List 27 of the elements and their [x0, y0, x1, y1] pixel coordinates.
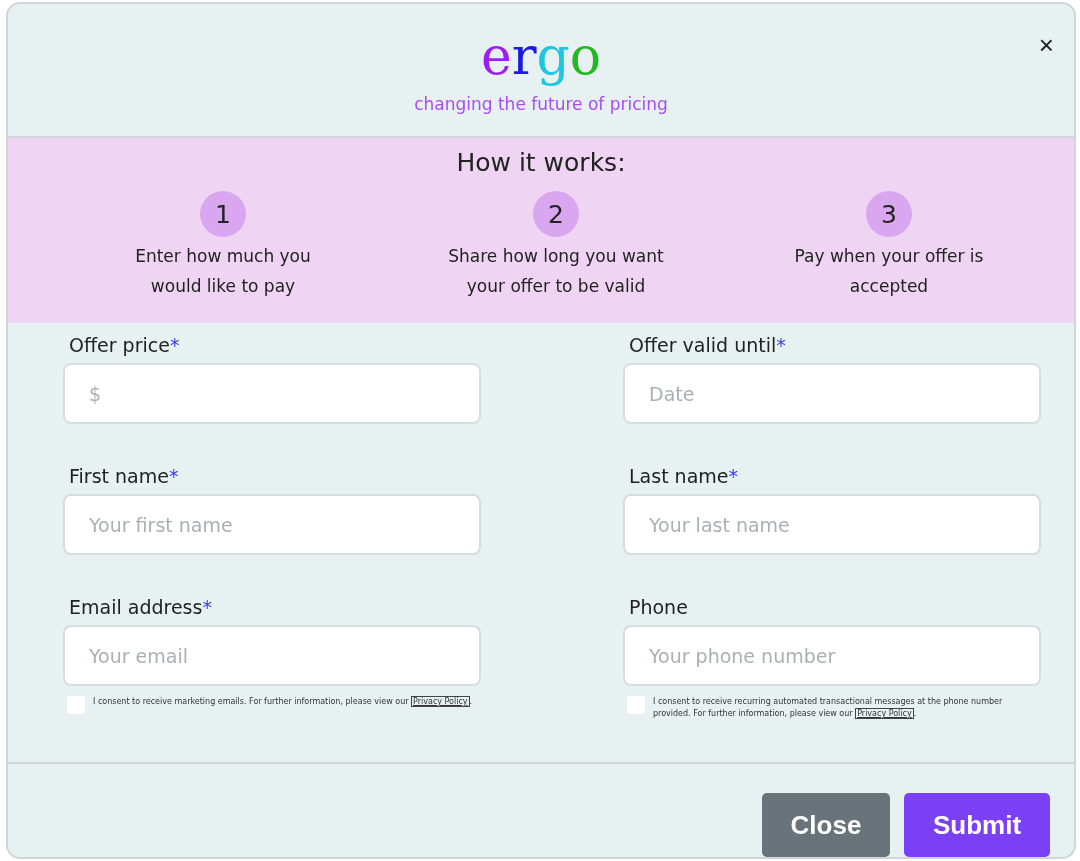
- step-number: 3: [866, 191, 912, 237]
- input-field[interactable]: Your email: [63, 625, 481, 686]
- input-field[interactable]: Date: [623, 363, 1041, 424]
- field-label: Email address*: [68, 595, 213, 620]
- input-field[interactable]: $: [63, 363, 481, 424]
- field-label: First name*: [68, 464, 180, 489]
- submit-button[interactable]: Submit: [904, 793, 1050, 857]
- field-label: Offer valid until*: [628, 333, 787, 358]
- field-label: Phone: [628, 595, 689, 620]
- step-text: Share how long you want your offer to be valid: [447, 245, 665, 298]
- input-field[interactable]: Your first name: [63, 494, 481, 555]
- step-number: 2: [533, 191, 579, 237]
- consent-text: I consent to receive marketing emails. For further information, please view our Privacy Policy .: [93, 696, 473, 708]
- field-label: Offer price*: [68, 333, 181, 358]
- step-number: 1: [200, 191, 246, 237]
- consent-text: I consent to receive recurring automated transactional messages at the phone number provided. For further information, please view our Privacy Policy .: [653, 696, 1004, 720]
- tagline: changing the future of pricing: [414, 94, 668, 114]
- section-title: How it works:: [456, 148, 626, 177]
- logo: ergo: [480, 26, 602, 86]
- input-field[interactable]: Your last name: [623, 494, 1041, 555]
- close-button[interactable]: Close: [762, 793, 890, 857]
- privacy-policy-link[interactable]: Privacy Policy: [411, 696, 470, 707]
- step-text: Pay when your offer is accepted: [793, 245, 985, 298]
- field-label: Last name*: [628, 464, 739, 489]
- privacy-policy-link[interactable]: Privacy Policy: [855, 708, 914, 719]
- step-text: Enter how much you would like to pay: [134, 245, 312, 298]
- input-field[interactable]: Your phone number: [623, 625, 1041, 686]
